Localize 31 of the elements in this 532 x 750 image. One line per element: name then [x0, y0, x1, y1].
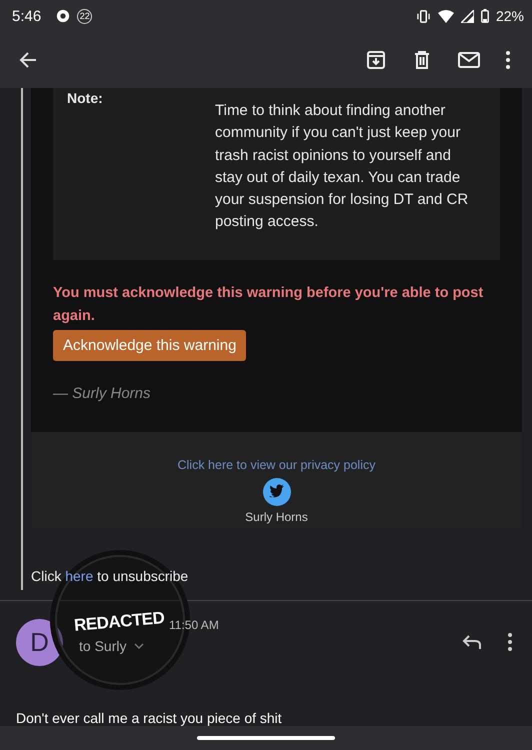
- unsubscribe-text: Click here to unsubscribe: [31, 568, 190, 586]
- acknowledge-button[interactable]: Acknowledge this warning: [53, 330, 246, 361]
- more-icon[interactable]: [508, 633, 512, 652]
- avatar: D: [16, 618, 63, 666]
- more-icon[interactable]: [506, 51, 510, 69]
- note-text: Time to think about finding another community if you can't just keep your trash racist opinions to yourself and stay out of daily texan. You can trade your suspension for losing DT and CR posting access.: [215, 101, 470, 232]
- battery-icon: [480, 9, 489, 23]
- archive-icon[interactable]: [366, 50, 386, 70]
- message-time: 11:50 AM: [169, 618, 219, 632]
- signal-icon: [460, 10, 474, 22]
- reply-icon[interactable]: [462, 634, 482, 650]
- vibrate-icon: [416, 10, 431, 22]
- battery-percent: 22%: [496, 8, 524, 24]
- recipient-dropdown[interactable]: to Surly: [79, 638, 219, 654]
- note-label: Note:: [67, 90, 104, 108]
- browser-icon: [56, 9, 70, 23]
- bird-icon[interactable]: [262, 478, 290, 506]
- back-arrow-icon[interactable]: [18, 50, 38, 70]
- signature: — Surly Horns: [53, 384, 152, 402]
- unsubscribe-link[interactable]: here: [65, 568, 94, 584]
- chevron-down-icon: [134, 643, 144, 650]
- notification-count: 22: [77, 8, 92, 24]
- mail-icon[interactable]: [458, 51, 480, 69]
- status-time: 5:46: [12, 8, 42, 24]
- warning-text: You must acknowledge this warning before you're able to post again.: [53, 284, 484, 326]
- redaction-label: REDACTED: [73, 608, 166, 636]
- privacy-link[interactable]: Click here to view our privacy policy: [178, 458, 376, 472]
- trash-icon[interactable]: [412, 50, 432, 70]
- wifi-icon: [438, 10, 454, 22]
- message-body: Don't ever call me a racist you piece of shit: [16, 710, 283, 726]
- footer-name: Surly Horns: [245, 510, 308, 524]
